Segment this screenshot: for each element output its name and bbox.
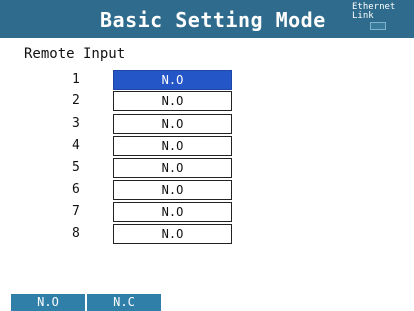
row-number: 3 [72, 116, 80, 131]
row-number: 5 [72, 160, 80, 175]
input-4-contact-field[interactable]: N.O [113, 136, 232, 156]
softkey-nc[interactable]: N.C [87, 294, 161, 311]
input-row-7: 7 N.O [0, 202, 260, 222]
section-label: Remote Input [24, 46, 126, 62]
row-number: 8 [72, 226, 80, 241]
input-2-contact-field[interactable]: N.O [113, 91, 232, 111]
input-row-4: 4 N.O [0, 136, 260, 156]
row-number: 1 [72, 72, 80, 87]
input-3-contact-field[interactable]: N.O [113, 114, 232, 134]
header-bar: Basic Setting Mode Ethernet Link [0, 0, 414, 38]
input-row-1: 1 N.O [0, 70, 260, 90]
input-row-6: 6 N.O [0, 180, 260, 200]
input-row-3: 3 N.O [0, 114, 260, 134]
row-number: 2 [72, 93, 80, 108]
page-title: Basic Setting Mode [100, 8, 326, 32]
input-7-contact-field[interactable]: N.O [113, 202, 232, 222]
input-row-8: 8 N.O [0, 224, 260, 244]
softkey-no[interactable]: N.O [11, 294, 85, 311]
input-5-contact-field[interactable]: N.O [113, 158, 232, 178]
screen: Basic Setting Mode Ethernet Link Remote … [0, 0, 414, 311]
input-row-2: 2 N.O [0, 91, 260, 111]
softkey-bar: N.O N.C [0, 294, 414, 311]
row-number: 6 [72, 182, 80, 197]
input-6-contact-field[interactable]: N.O [113, 180, 232, 200]
link-label: Link [352, 11, 374, 21]
input-8-contact-field[interactable]: N.O [113, 224, 232, 244]
row-number: 4 [72, 138, 80, 153]
input-row-5: 5 N.O [0, 158, 260, 178]
input-1-contact-field[interactable]: N.O [113, 70, 232, 90]
ethernet-status: Ethernet Link [352, 3, 414, 37]
row-number: 7 [72, 204, 80, 219]
link-indicator-icon [370, 22, 386, 30]
